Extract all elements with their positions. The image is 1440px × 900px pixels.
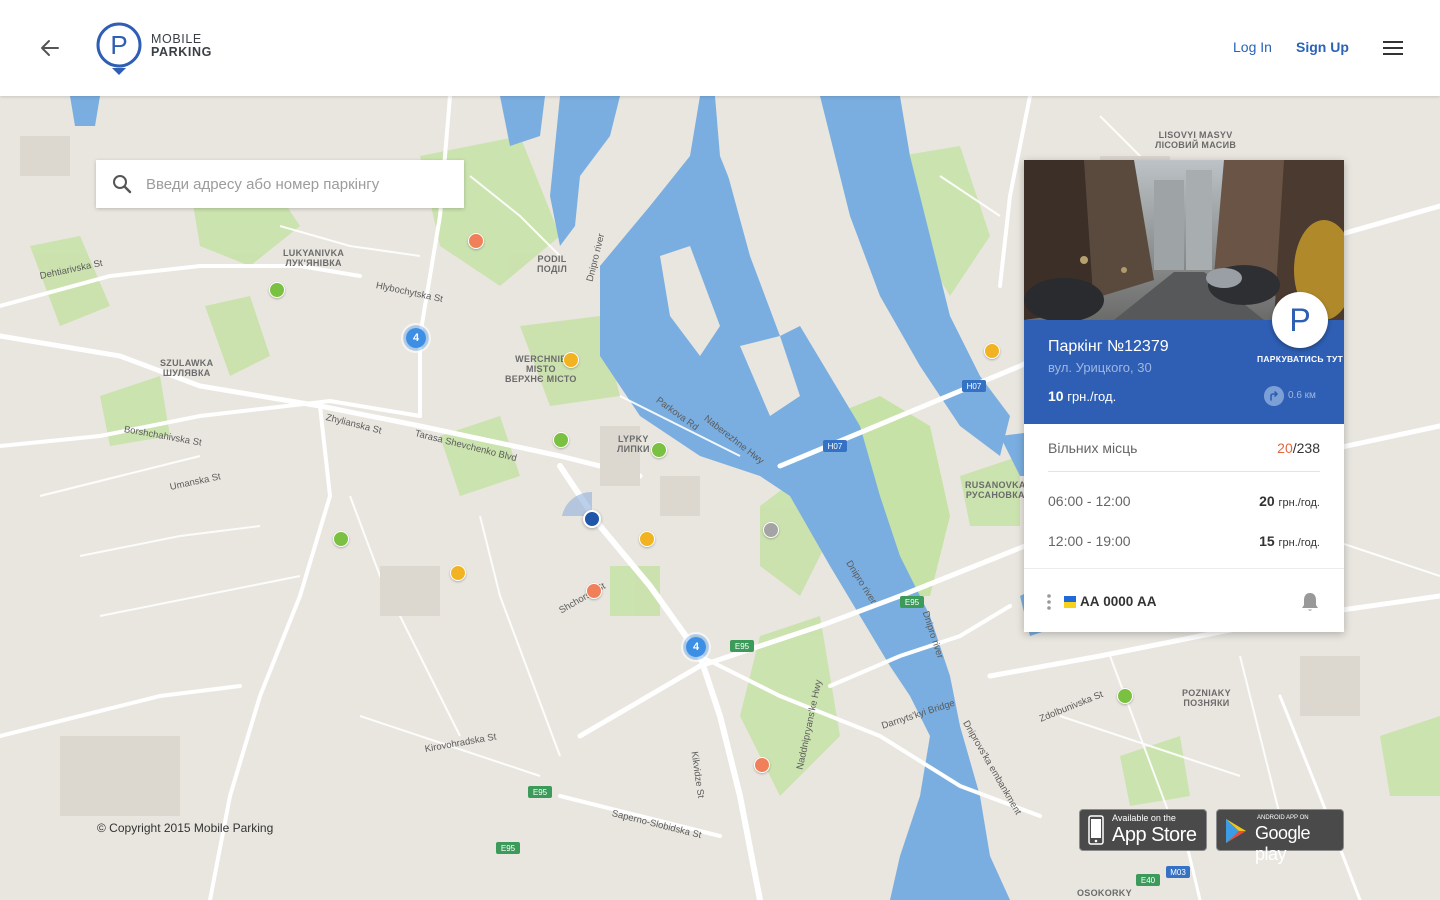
current-location-dot: [583, 510, 601, 528]
schedule-row: 06:00 - 12:00 20 грн./год.: [1048, 493, 1320, 509]
route-shield-icon: H07: [823, 440, 847, 452]
app-store-button[interactable]: Available on the App Store: [1079, 809, 1207, 851]
svg-text:H07: H07: [828, 442, 843, 451]
map-label: PODIL ПОДІЛ: [537, 254, 568, 274]
distance-info: 0.6 км: [1264, 386, 1332, 406]
parking-marker-selected[interactable]: [651, 442, 667, 458]
svg-text:P: P: [110, 30, 127, 60]
signup-link[interactable]: Sign Up: [1296, 39, 1349, 55]
parking-marker[interactable]: [333, 531, 349, 547]
bell-icon[interactable]: [1300, 591, 1320, 613]
google-play-button[interactable]: ANDROID APP ON Google play: [1216, 809, 1344, 864]
logo-icon[interactable]: P: [95, 22, 143, 76]
distance-value: 0.6 км: [1288, 390, 1316, 401]
parking-marker[interactable]: [1117, 688, 1133, 704]
route-shield-icon: E95: [528, 786, 552, 798]
svg-text:M03: M03: [1170, 868, 1186, 877]
license-plate[interactable]: АА 0000 АА: [1080, 594, 1157, 609]
route-shield-icon: H07: [962, 380, 986, 392]
map-label: LYPKY ЛИПКИ: [617, 434, 650, 454]
route-shield-icon: E40: [1136, 874, 1160, 886]
app-header: P MOBILE PARKING Log In Sign Up: [0, 0, 1440, 96]
play-triangle-icon: [1226, 819, 1246, 843]
map-label: LISOVYI MASYV ЛІСОВИЙ МАСИВ: [1155, 130, 1237, 150]
search-box[interactable]: [96, 160, 464, 208]
parking-cluster[interactable]: 4: [403, 325, 429, 351]
map-label: SZULAWKA ШУЛЯВКА: [160, 358, 214, 378]
parking-marker[interactable]: [269, 282, 285, 298]
parking-details-card: Паркінг №12379 вул. Урицкого, 30 10 грн.…: [1024, 160, 1344, 632]
parking-marker[interactable]: [450, 565, 466, 581]
map-label: POZNIAKY ПОЗНЯКИ: [1182, 688, 1231, 708]
parking-marker[interactable]: [639, 531, 655, 547]
google-big-text: Google play: [1255, 823, 1311, 864]
park-here-button[interactable]: P: [1272, 292, 1328, 348]
free-places-count: 20: [1277, 440, 1293, 456]
search-icon: [113, 175, 132, 194]
more-vertical-icon[interactable]: [1046, 593, 1052, 611]
schedule-time: 12:00 - 19:00: [1048, 533, 1131, 549]
logo-text: MOBILE PARKING: [151, 33, 212, 59]
route-shield-icon: E95: [730, 640, 754, 652]
route-shield-icon: E95: [496, 842, 520, 854]
parking-price: 10 грн./год.: [1048, 388, 1116, 404]
parking-marker[interactable]: [586, 583, 602, 599]
free-places-row: Вільних місць 20/238: [1048, 440, 1320, 456]
appstore-small-text: Available on the: [1112, 813, 1176, 823]
logo-line-2: PARKING: [151, 45, 212, 59]
svg-text:E95: E95: [735, 642, 750, 651]
search-input[interactable]: [146, 160, 446, 208]
svg-text:E40: E40: [1141, 876, 1156, 885]
free-places-label: Вільних місць: [1048, 440, 1138, 456]
parking-marker[interactable]: [563, 352, 579, 368]
phone-icon: [1088, 815, 1104, 845]
parking-marker[interactable]: [553, 432, 569, 448]
parking-marker[interactable]: [984, 343, 1000, 359]
park-here-label: ПАРКУВАТИСЬ ТУТ: [1256, 354, 1344, 364]
parking-marker[interactable]: [468, 233, 484, 249]
schedule-time: 06:00 - 12:00: [1048, 493, 1131, 509]
svg-text:E95: E95: [905, 598, 920, 607]
svg-text:H07: H07: [967, 382, 982, 391]
map-label: OSOKORKY: [1077, 888, 1132, 898]
map-label: RUSANOVKA РУСАНОВКА: [965, 480, 1026, 500]
svg-text:E95: E95: [533, 788, 548, 797]
ukraine-flag-icon: [1064, 596, 1076, 608]
back-arrow-icon[interactable]: [36, 34, 64, 62]
google-small-text: ANDROID APP ON: [1257, 815, 1309, 821]
hamburger-menu-icon[interactable]: [1381, 38, 1405, 58]
route-shield-icon: E95: [900, 596, 924, 608]
route-shield-icon: M03: [1166, 866, 1190, 878]
parking-address: вул. Урицкого, 30: [1048, 360, 1152, 375]
parking-cluster[interactable]: 4: [683, 634, 709, 660]
parking-marker[interactable]: [763, 522, 779, 538]
price-value: 10: [1048, 388, 1064, 404]
vehicle-bar: АА 0000 АА: [1024, 568, 1344, 632]
parking-title: Паркінг №12379: [1048, 338, 1169, 355]
appstore-big-text: App Store: [1112, 824, 1197, 846]
schedule-row: 12:00 - 19:00 15 грн./год.: [1048, 533, 1320, 549]
turn-right-icon: [1264, 386, 1284, 406]
copyright-text: © Copyright 2015 Mobile Parking: [97, 821, 274, 835]
map-label: LUKYANIVKA ЛУК'ЯНІВКА: [283, 248, 345, 268]
schedule-price: 20 грн./год.: [1259, 493, 1320, 509]
schedule-price: 15 грн./год.: [1259, 533, 1320, 549]
free-places-value: 20/238: [1277, 440, 1320, 456]
login-link[interactable]: Log In: [1233, 39, 1272, 55]
parking-marker[interactable]: [754, 757, 770, 773]
divider: [1048, 471, 1320, 472]
svg-text:E95: E95: [501, 844, 516, 853]
free-places-total: /238: [1292, 440, 1320, 456]
price-unit: грн./год.: [1067, 389, 1117, 404]
